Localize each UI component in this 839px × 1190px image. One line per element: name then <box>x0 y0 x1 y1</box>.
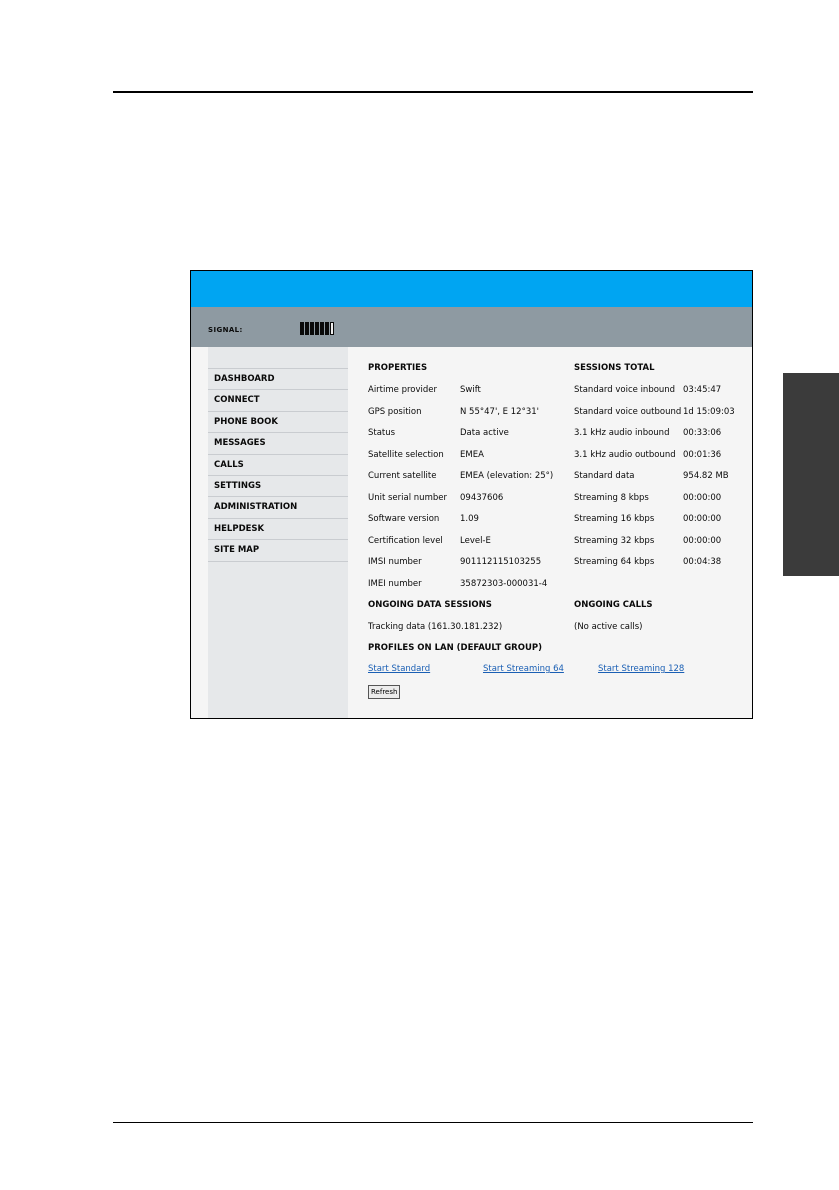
nav-item-administration[interactable]: ADMINISTRATION <box>208 497 348 519</box>
nav-menu: DASHBOARD CONNECT PHONE BOOK MESSAGES CA… <box>208 368 348 562</box>
sessions-heading: SESSIONS TOTAL <box>574 363 655 373</box>
nav-item-helpdesk[interactable]: HELPDESK <box>208 519 348 541</box>
web-interface-screenshot: SIGNAL: DASHBOARD CONNECT PHONE BOOK MES… <box>190 270 753 719</box>
page-footer-rule <box>113 1122 753 1123</box>
nav-item-dashboard[interactable]: DASHBOARD <box>208 369 348 391</box>
session-label: Streaming 16 kbps <box>574 514 655 524</box>
property-label: Software version <box>368 514 440 524</box>
nav-item-connect[interactable]: CONNECT <box>208 390 348 412</box>
property-label: GPS position <box>368 406 422 417</box>
session-value: 00:33:06 <box>683 428 722 438</box>
signal-label: SIGNAL: <box>208 326 243 334</box>
property-label: Status <box>368 428 396 438</box>
ongoing-data-heading: ONGOING DATA SESSIONS <box>368 600 492 610</box>
start-streaming-64-link[interactable]: Start Streaming 64 <box>483 664 564 674</box>
property-value: EMEA (elevation: 25°) <box>460 471 554 481</box>
signal-segment-filled <box>305 322 309 335</box>
nav-item-messages[interactable]: MESSAGES <box>208 433 348 455</box>
session-value: 954.82 MB <box>683 471 729 481</box>
property-label: Current satellite <box>368 471 437 481</box>
nav-item-site-map[interactable]: SITE MAP <box>208 540 348 562</box>
property-label: Certification level <box>368 535 443 546</box>
session-label: 3.1 kHz audio outbound <box>574 449 676 460</box>
top-banner <box>191 271 752 307</box>
signal-segment-filled <box>300 322 304 335</box>
nav-item-settings[interactable]: SETTINGS <box>208 476 348 498</box>
session-value: 00:00:00 <box>683 514 722 524</box>
property-label: Satellite selection <box>368 449 444 460</box>
session-label: Standard data <box>574 471 635 481</box>
property-value: Level-E <box>460 535 491 546</box>
property-label: Airtime provider <box>368 385 437 395</box>
session-label: 3.1 kHz audio inbound <box>574 428 670 438</box>
signal-segment-filled <box>320 322 324 335</box>
property-value: 35872303-000031-4 <box>460 578 548 589</box>
property-value: 1.09 <box>460 514 479 524</box>
session-value: 03:45:47 <box>683 385 722 395</box>
session-value: 00:00:00 <box>683 492 722 503</box>
session-value: 00:01:36 <box>683 449 722 460</box>
page-header-rule <box>113 91 753 93</box>
signal-segment-filled <box>325 322 329 335</box>
property-value: Swift <box>460 385 481 395</box>
ongoing-calls-item: (No active calls) <box>574 622 643 632</box>
signal-segment-filled <box>310 322 314 335</box>
profiles-heading: PROFILES ON LAN (DEFAULT GROUP) <box>368 643 542 653</box>
refresh-button[interactable]: Refresh <box>368 685 401 699</box>
property-value: Data active <box>460 428 509 438</box>
chapter-side-tab <box>783 373 839 576</box>
session-value: 00:04:38 <box>683 557 722 567</box>
session-label: Streaming 64 kbps <box>574 557 655 567</box>
session-label: Standard voice inbound <box>574 385 676 395</box>
session-label: Streaming 32 kbps <box>574 535 655 546</box>
property-label: IMSI number <box>368 557 422 567</box>
session-label: Streaming 8 kbps <box>574 492 649 503</box>
ongoing-data-item: Tracking data (161.30.181.232) <box>368 622 503 632</box>
start-streaming-128-link[interactable]: Start Streaming 128 <box>598 664 684 674</box>
property-value: 901112115103255 <box>460 557 542 567</box>
property-value: N 55°47', E 12°31' <box>460 406 539 417</box>
session-value: 1d 15:09:03 <box>683 406 735 417</box>
signal-strength-meter <box>300 322 334 335</box>
signal-bar: SIGNAL: <box>191 307 752 347</box>
property-label: Unit serial number <box>368 492 447 503</box>
nav-item-calls[interactable]: CALLS <box>208 455 348 476</box>
property-label: IMEI number <box>368 578 422 589</box>
session-label: Standard voice outbound <box>574 406 682 417</box>
sidebar: DASHBOARD CONNECT PHONE BOOK MESSAGES CA… <box>208 347 348 718</box>
properties-heading: PROPERTIES <box>368 363 428 373</box>
session-value: 00:00:00 <box>683 535 722 546</box>
property-value: 09437606 <box>460 492 504 503</box>
signal-segment-filled <box>315 322 319 335</box>
ongoing-calls-heading: ONGOING CALLS <box>574 600 653 610</box>
nav-item-phone-book[interactable]: PHONE BOOK <box>208 412 348 434</box>
property-value: EMEA <box>460 449 484 460</box>
signal-segment-empty <box>330 322 334 335</box>
dashboard-content: PROPERTIES Airtime provider Swift GPS po… <box>348 347 752 718</box>
start-standard-link[interactable]: Start Standard <box>368 664 430 674</box>
